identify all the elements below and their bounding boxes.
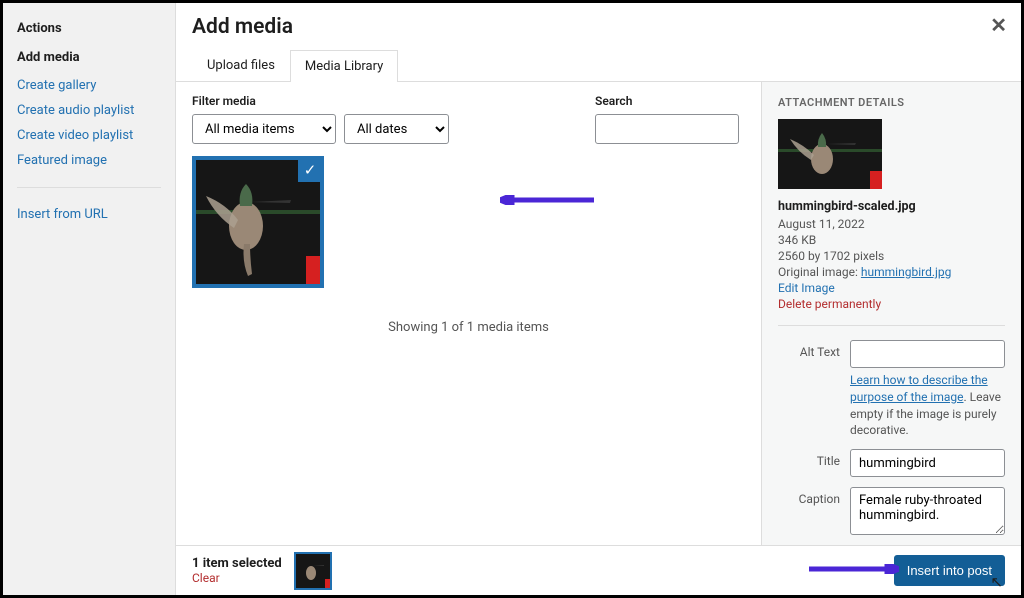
attachment-details-panel: ATTACHMENT DETAILS hummingbird-scaled.jp… [761,82,1021,545]
check-icon: ✓ [298,158,322,182]
insert-into-post-button[interactable]: Insert into post [894,555,1005,586]
tabs: Upload files Media Library [176,49,1021,82]
detail-thumbnail [778,119,882,189]
sidebar-item-create-video-playlist[interactable]: Create video playlist [17,123,161,148]
caption-textarea[interactable] [850,487,1005,535]
media-thumbnail[interactable]: ✓ [192,156,324,288]
filter-media-type-select[interactable]: All media items [192,114,336,144]
caption-label: Caption [778,487,840,538]
attachment-date: August 11, 2022 [778,217,1005,231]
delete-permanently-link[interactable]: Delete permanently [778,297,881,311]
modal-title: Add media [192,15,1005,39]
attachment-filename: hummingbird-scaled.jpg [778,199,1005,214]
alt-text-label: Alt Text [778,340,840,439]
selection-count: 1 item selected [192,556,282,571]
cursor-icon: ↖ [990,573,1003,591]
selected-mini-thumbnail[interactable] [294,552,332,590]
tab-upload-files[interactable]: Upload files [192,49,290,81]
attachment-size: 346 KB [778,233,1005,247]
main-panel: ✕ Add media Upload files Media Library F… [176,3,1021,595]
sidebar-item-create-gallery[interactable]: Create gallery [17,73,161,98]
annotation-arrow-1 [500,195,594,205]
media-modal: Actions Add media Create gallery Create … [0,0,1024,598]
title-label: Title [778,449,840,477]
sidebar-item-insert-from-url[interactable]: Insert from URL [17,202,161,227]
tab-media-library[interactable]: Media Library [290,50,398,82]
edit-image-link[interactable]: Edit Image [778,281,835,295]
actions-sidebar: Actions Add media Create gallery Create … [3,3,176,595]
sidebar-heading: Actions [17,21,161,36]
showing-count: Showing 1 of 1 media items [192,320,745,335]
filter-media-label: Filter media [192,94,449,108]
alt-text-helper: Learn how to describe the purpose of the… [850,372,1005,439]
sidebar-item-create-audio-playlist[interactable]: Create audio playlist [17,98,161,123]
original-image-link[interactable]: hummingbird.jpg [861,265,951,279]
alt-text-input[interactable] [850,340,1005,368]
attachment-dimensions: 2560 by 1702 pixels [778,249,1005,263]
sidebar-item-featured-image[interactable]: Featured image [17,148,161,173]
search-label: Search [595,94,739,108]
title-input[interactable] [850,449,1005,477]
media-library-area: Filter media All media items All dates S… [176,82,761,545]
clear-selection-link[interactable]: Clear [192,571,282,585]
attachment-original: Original image: hummingbird.jpg [778,265,1005,279]
details-divider [778,325,1005,326]
close-icon[interactable]: ✕ [990,13,1007,37]
annotation-arrow-2 [809,564,899,574]
attachment-details-heading: ATTACHMENT DETAILS [778,96,1005,109]
search-input[interactable] [595,114,739,144]
sidebar-divider [17,187,161,188]
sidebar-section-add-media: Add media [17,50,161,65]
filter-date-select[interactable]: All dates [344,114,449,144]
